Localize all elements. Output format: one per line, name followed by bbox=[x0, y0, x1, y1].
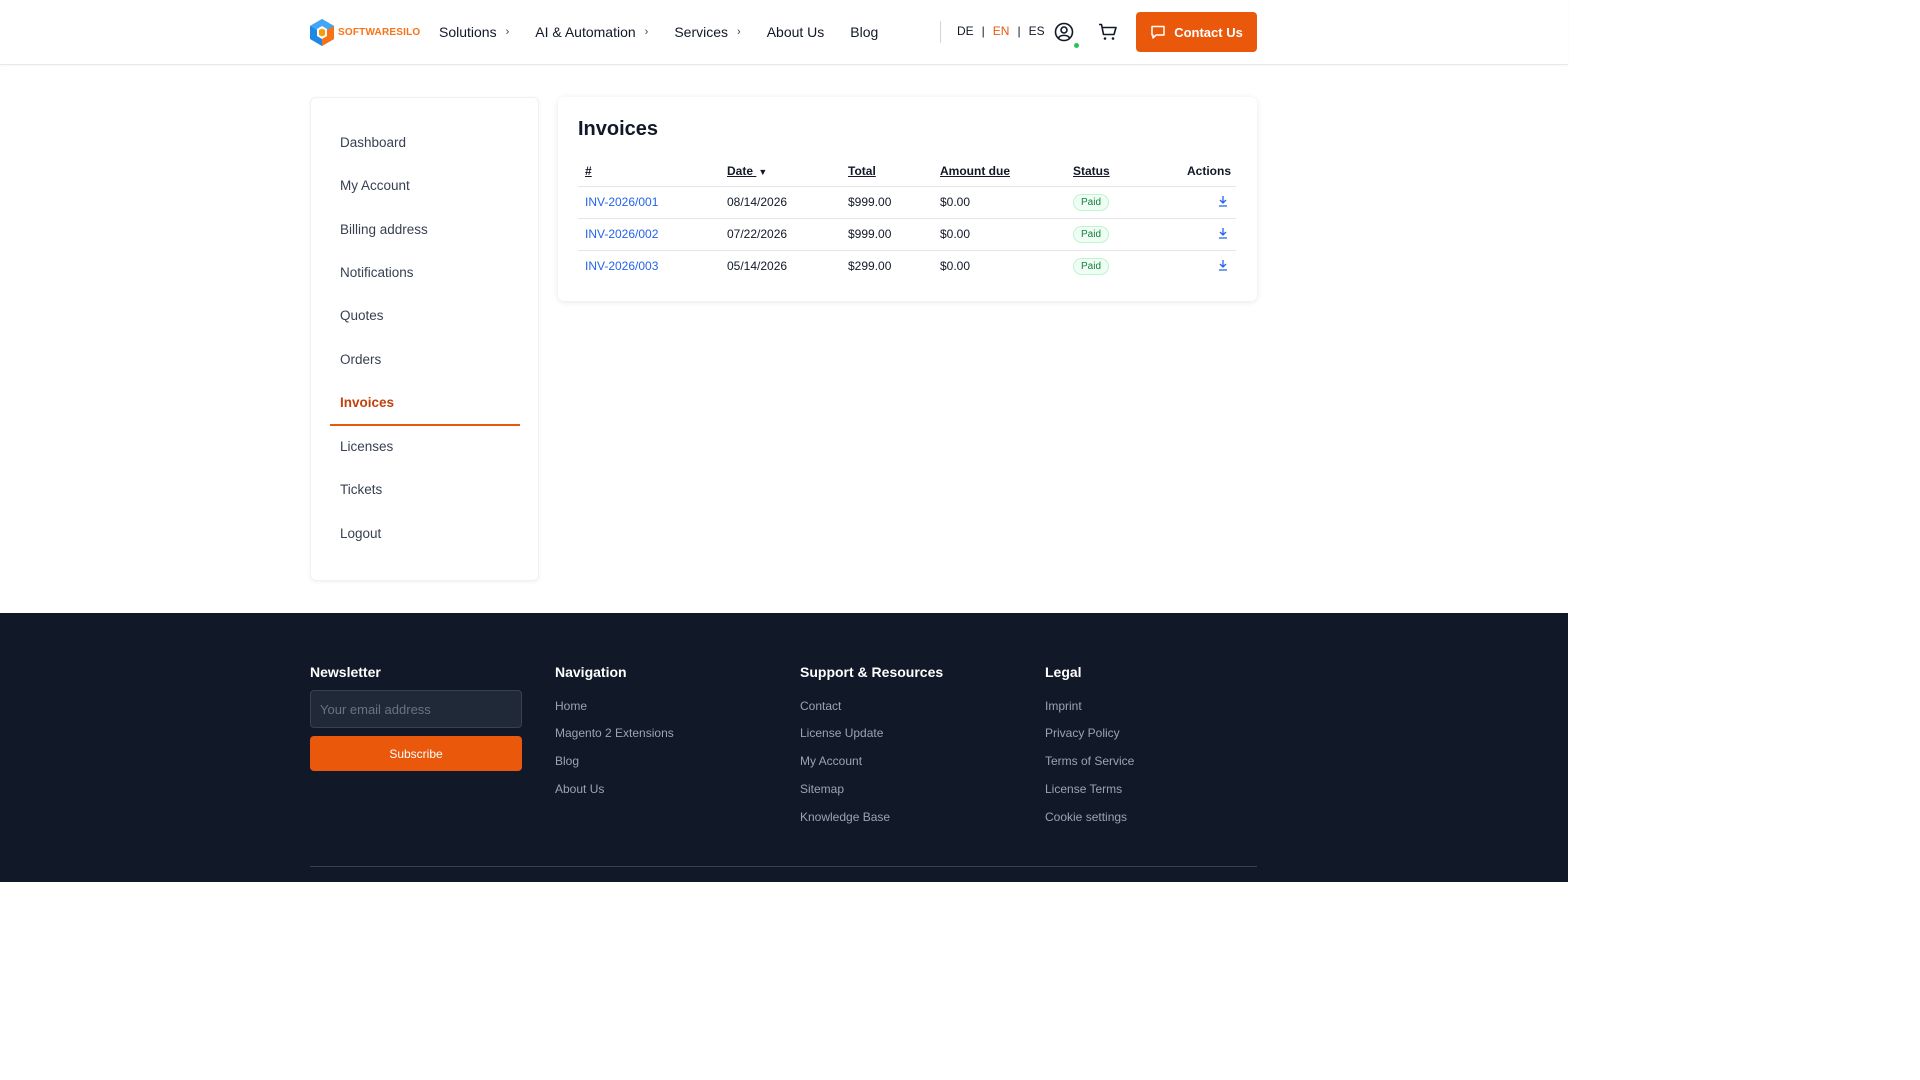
footer-link-sitemap[interactable]: Sitemap bbox=[800, 782, 844, 796]
invoice-date: 05/14/2026 bbox=[727, 259, 788, 273]
site-logo[interactable]: SOFTWARESILO bbox=[310, 19, 420, 46]
lang-separator: | bbox=[981, 24, 985, 38]
footer-link-license-terms[interactable]: License Terms bbox=[1045, 782, 1122, 796]
footer-link-about-us[interactable]: About Us bbox=[555, 782, 604, 796]
sidebar-item-logout[interactable]: Logout bbox=[340, 526, 381, 541]
invoice-total: $299.00 bbox=[848, 259, 892, 273]
footer-support-heading: Support & Resources bbox=[800, 664, 944, 680]
column-header-date[interactable]: Date ▼ bbox=[727, 164, 767, 178]
footer-link-license-update[interactable]: License Update bbox=[800, 726, 883, 740]
lang-es[interactable]: ES bbox=[1029, 24, 1045, 38]
logo-cube-icon bbox=[310, 19, 334, 46]
column-header-amount-due[interactable]: Amount due bbox=[940, 164, 1010, 178]
footer-link-blog[interactable]: Blog bbox=[555, 754, 579, 768]
lang-de[interactable]: DE bbox=[957, 24, 974, 38]
download-icon[interactable] bbox=[1217, 259, 1229, 271]
column-header-actions: Actions bbox=[1187, 164, 1232, 178]
invoice-number-link[interactable]: INV-2026/001 bbox=[585, 195, 658, 209]
column-header-total[interactable]: Total bbox=[848, 164, 876, 178]
contact-us-label: Contact Us bbox=[1174, 24, 1243, 40]
nav-about-us-label: About Us bbox=[766, 24, 825, 40]
footer-link-cookie-settings[interactable]: Cookie settings bbox=[1045, 810, 1127, 824]
logo-wordmark: SOFTWARESILO bbox=[338, 27, 421, 38]
table-divider bbox=[578, 186, 1236, 187]
sidebar-item-invoices[interactable]: Invoices bbox=[340, 395, 394, 410]
chevron-right-icon: › bbox=[505, 26, 510, 38]
sidebar-item-my-account[interactable]: My Account bbox=[340, 178, 410, 193]
chevron-right-icon: › bbox=[644, 26, 649, 38]
column-header-number[interactable]: # bbox=[585, 164, 592, 178]
status-badge: Paid bbox=[1073, 258, 1110, 275]
invoice-date: 07/22/2026 bbox=[727, 227, 788, 241]
invoice-date: 08/14/2026 bbox=[727, 195, 788, 209]
sidebar-item-licenses[interactable]: Licenses bbox=[340, 439, 393, 454]
sidebar-item-billing-address[interactable]: Billing address bbox=[340, 222, 428, 237]
sidebar-item-tickets[interactable]: Tickets bbox=[340, 482, 382, 497]
nav-solutions-label: Solutions bbox=[439, 24, 497, 40]
table-divider bbox=[578, 250, 1236, 251]
newsletter-email-input[interactable] bbox=[310, 690, 522, 728]
invoice-number-link[interactable]: INV-2026/003 bbox=[585, 259, 658, 273]
download-icon[interactable] bbox=[1217, 227, 1229, 239]
status-badge: Paid bbox=[1073, 226, 1110, 243]
invoices-card: Invoices # Date ▼ Total Amount due Statu… bbox=[558, 97, 1257, 301]
chat-bubble-icon bbox=[1151, 25, 1165, 39]
column-header-date-label: Date bbox=[727, 164, 754, 178]
sidebar-item-orders[interactable]: Orders bbox=[340, 352, 381, 367]
newsletter-heading: Newsletter bbox=[310, 664, 381, 680]
footer-link-privacy-policy[interactable]: Privacy Policy bbox=[1045, 726, 1120, 740]
invoice-amount-due: $0.00 bbox=[940, 195, 971, 209]
site-footer: Newsletter Subscribe Navigation Home Mag… bbox=[0, 613, 1568, 882]
invoice-total: $999.00 bbox=[848, 195, 892, 209]
nav-services-label: Services bbox=[674, 24, 729, 40]
footer-link-knowledge-base[interactable]: Knowledge Base bbox=[800, 810, 890, 824]
footer-link-contact[interactable]: Contact bbox=[800, 699, 841, 713]
invoice-number-link[interactable]: INV-2026/002 bbox=[585, 227, 658, 241]
column-header-status[interactable]: Status bbox=[1073, 164, 1110, 178]
online-status-dot bbox=[1073, 42, 1080, 49]
nav-ai-automation-label: AI & Automation bbox=[535, 24, 636, 40]
sidebar-active-indicator bbox=[330, 424, 520, 426]
sidebar-item-dashboard[interactable]: Dashboard bbox=[340, 135, 406, 150]
footer-link-imprint[interactable]: Imprint bbox=[1045, 699, 1082, 713]
nav-blog[interactable]: Blog bbox=[850, 24, 878, 40]
download-icon[interactable] bbox=[1217, 195, 1229, 207]
language-switcher: DE | EN | ES bbox=[957, 24, 1045, 38]
page-title: Invoices bbox=[578, 118, 659, 140]
main-nav: Solutions › AI & Automation › Services ›… bbox=[439, 0, 904, 64]
footer-navigation-heading: Navigation bbox=[555, 664, 627, 680]
subscribe-button[interactable]: Subscribe bbox=[310, 736, 522, 771]
chevron-right-icon: › bbox=[737, 26, 741, 38]
nav-solutions[interactable]: Solutions › bbox=[439, 24, 509, 40]
footer-link-my-account[interactable]: My Account bbox=[800, 754, 862, 768]
nav-divider bbox=[940, 21, 941, 43]
shopping-cart-icon[interactable] bbox=[1098, 23, 1118, 41]
status-badge: Paid bbox=[1073, 194, 1110, 211]
sort-descending-icon: ▼ bbox=[758, 167, 768, 177]
nav-ai-automation[interactable]: AI & Automation › bbox=[535, 24, 648, 40]
lang-separator: | bbox=[1017, 24, 1021, 38]
nav-services[interactable]: Services › bbox=[674, 24, 740, 40]
invoice-total: $999.00 bbox=[848, 227, 892, 241]
sidebar-item-quotes[interactable]: Quotes bbox=[340, 308, 384, 323]
nav-about-us[interactable]: About Us bbox=[767, 24, 825, 40]
footer-link-magento-extensions[interactable]: Magento 2 Extensions bbox=[555, 726, 674, 740]
user-circle-icon[interactable] bbox=[1054, 22, 1074, 42]
sidebar-item-notifications[interactable]: Notifications bbox=[340, 265, 414, 280]
footer-legal-heading: Legal bbox=[1045, 664, 1082, 680]
site-header: SOFTWARESILO Solutions › AI & Automation… bbox=[0, 0, 1568, 65]
contact-us-button[interactable]: Contact Us bbox=[1136, 12, 1257, 52]
account-sidebar: Dashboard My Account Billing address Not… bbox=[310, 97, 539, 581]
footer-link-terms-of-service[interactable]: Terms of Service bbox=[1045, 754, 1134, 768]
footer-link-home[interactable]: Home bbox=[555, 699, 587, 713]
table-divider bbox=[578, 218, 1236, 219]
nav-blog-label: Blog bbox=[850, 24, 879, 40]
invoice-amount-due: $0.00 bbox=[940, 227, 971, 241]
footer-divider bbox=[310, 866, 1257, 867]
invoice-amount-due: $0.00 bbox=[940, 259, 971, 273]
lang-en[interactable]: EN bbox=[993, 24, 1010, 38]
